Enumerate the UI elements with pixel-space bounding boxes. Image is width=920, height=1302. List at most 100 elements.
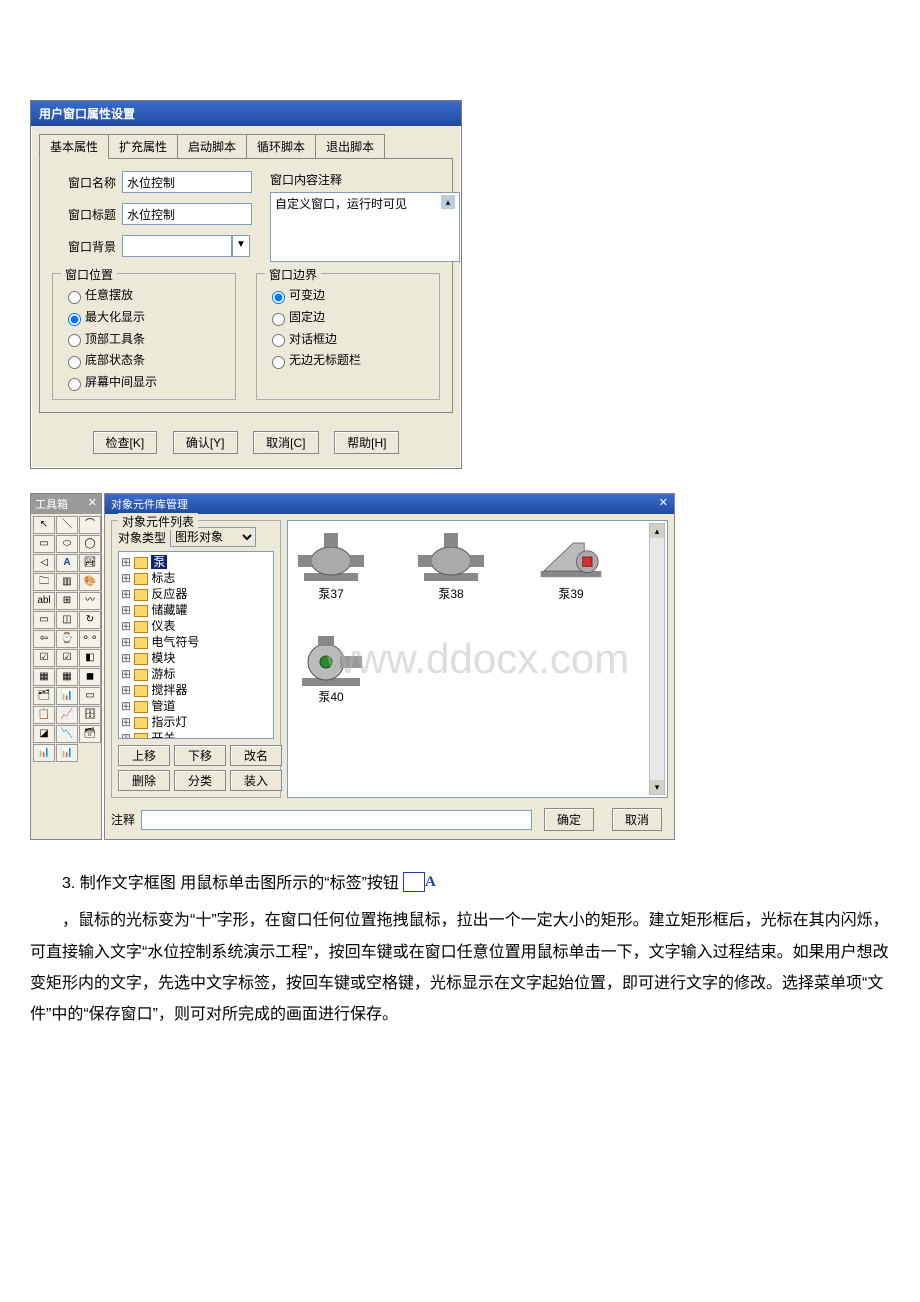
tab-loop-script[interactable]: 循环脚本 — [246, 134, 316, 158]
t6-icon[interactable]: ◼ — [79, 668, 101, 686]
label-abl-icon[interactable]: abl — [33, 592, 55, 610]
color-icon[interactable]: 🎨 — [79, 573, 101, 591]
thumb-pump38[interactable]: 泵38 — [416, 529, 486, 602]
tc-icon[interactable]: 🗄 — [79, 706, 101, 724]
radio-border-none[interactable]: 无边无标题栏 — [267, 351, 429, 369]
vertical-scrollbar[interactable]: ▴▾ — [649, 523, 665, 795]
category-button[interactable]: 分类 — [174, 770, 226, 791]
window-name-label: 窗口名称 — [52, 174, 116, 191]
load-button[interactable]: 装入 — [230, 770, 282, 791]
tb-icon[interactable]: 📈 — [56, 706, 78, 724]
para1-text: 3. 制作文字框图 用鼠标单击图所示的“标签”按钮 — [62, 875, 399, 892]
line-icon[interactable]: ＼ — [56, 516, 78, 534]
btn2-icon[interactable]: ◫ — [56, 611, 78, 629]
pointer-icon[interactable]: ↖ — [33, 516, 55, 534]
close-icon[interactable]: ✕ — [88, 496, 97, 512]
object-list-legend: 对象元件列表 — [118, 513, 198, 530]
footer-note-input[interactable] — [141, 810, 532, 830]
cancel-button[interactable]: 取消 — [612, 808, 662, 831]
ok-button[interactable]: 确定 — [544, 808, 594, 831]
ok-button[interactable]: 确认[Y] — [173, 431, 238, 454]
thumb-label: 泵40 — [296, 688, 366, 705]
text-icon[interactable]: A — [56, 554, 78, 572]
window-bg-swatch[interactable] — [122, 235, 232, 257]
type-label: 对象类型 — [118, 529, 166, 546]
thumb-pump37[interactable]: 泵37 — [296, 529, 366, 602]
category-tree[interactable]: 泵 标志 反应器 储藏罐 仪表 电气符号 模块 游标 搅拌器 管道 指示灯 开关 — [118, 551, 274, 739]
radio-pos-toptool[interactable]: 顶部工具条 — [63, 330, 225, 348]
tab-body: 窗口名称 窗口标题 窗口背景 ▼ 窗口内容注释 — [39, 158, 453, 413]
radio-border-fixed[interactable]: 固定边 — [267, 308, 429, 326]
type-select[interactable]: 图形对象 — [170, 527, 256, 547]
window-name-input[interactable] — [122, 171, 252, 193]
ta-icon[interactable]: 📋 — [33, 706, 55, 724]
document-body-text: 3. 制作文字框图 用鼠标单击图所示的“标签”按钮 A ，鼠标的光标变为“十”字… — [30, 868, 890, 1030]
tab-basic[interactable]: 基本属性 — [39, 134, 109, 159]
t1-icon[interactable]: ☑ — [33, 649, 55, 667]
toolbox-title: 工具箱 — [35, 496, 68, 512]
clock-icon[interactable]: ⌚ — [56, 630, 78, 648]
rename-button[interactable]: 改名 — [230, 745, 282, 766]
polygon-icon[interactable]: ◁ — [33, 554, 55, 572]
tab-start-script[interactable]: 启动脚本 — [177, 134, 247, 158]
arrow-icon[interactable]: ⇦ — [33, 630, 55, 648]
window-bg-label: 窗口背景 — [52, 238, 116, 255]
radio-pos-max[interactable]: 最大化显示 — [63, 308, 225, 326]
roundrect-icon[interactable]: ⬭ — [56, 535, 78, 553]
window-bg-dropdown[interactable]: ▼ — [232, 235, 250, 257]
tool-grid: ↖＼⌒ ▭⬭◯ ◁A🏞 🗀▥🎨 abl⊞〰 ▭◫↻ ⇦⌚⚬⚬ ☑☑◧ ▦▦◼ 🗂… — [31, 514, 101, 764]
tab-exit-script[interactable]: 退出脚本 — [315, 134, 385, 158]
user-window-properties-dialog: 用户窗口属性设置 基本属性 扩充属性 启动脚本 循环脚本 退出脚本 窗口名称 窗… — [30, 100, 462, 469]
t9-icon[interactable]: ▭ — [79, 687, 101, 705]
thumb-pump39[interactable]: 泵39 — [536, 529, 606, 602]
rect-icon[interactable]: ▭ — [33, 535, 55, 553]
thumb-label: 泵38 — [416, 585, 486, 602]
delete-button[interactable]: 删除 — [118, 770, 170, 791]
td-icon[interactable]: ◪ — [33, 725, 55, 743]
footer-note-label: 注释 — [111, 811, 135, 828]
thumb-label: 泵37 — [296, 585, 366, 602]
check-button[interactable]: 检查[K] — [93, 431, 158, 454]
t2-icon[interactable]: ☑ — [56, 649, 78, 667]
help-button[interactable]: 帮助[H] — [334, 431, 399, 454]
radio-border-dlg[interactable]: 对话框边 — [267, 330, 429, 348]
t5-icon[interactable]: ▦ — [56, 668, 78, 686]
thumb-pump40[interactable]: 泵40 — [296, 632, 366, 705]
btn1-icon[interactable]: ▭ — [33, 611, 55, 629]
te-icon[interactable]: 📉 — [56, 725, 78, 743]
notes-textarea[interactable]: 自定义窗口，运行时可见 ▴ — [270, 192, 460, 262]
close-icon[interactable]: ✕ — [659, 496, 668, 512]
down-button[interactable]: 下移 — [174, 745, 226, 766]
t8-icon[interactable]: 📊 — [56, 687, 78, 705]
t3-icon[interactable]: ◧ — [79, 649, 101, 667]
btn3-icon[interactable]: ↻ — [79, 611, 101, 629]
group-window-border: 窗口边界 可变边 固定边 对话框边 无边无标题栏 — [256, 273, 440, 400]
t7-icon[interactable]: 🗂 — [33, 687, 55, 705]
up-button[interactable]: 上移 — [118, 745, 170, 766]
tg-icon[interactable]: 📊 — [33, 744, 55, 762]
t4-icon[interactable]: ▦ — [33, 668, 55, 686]
label-tool-icon: A — [403, 872, 425, 892]
tab-extra[interactable]: 扩充属性 — [108, 134, 178, 158]
arc-icon[interactable]: ⌒ — [79, 516, 101, 534]
shapes-icon[interactable]: ⚬⚬ — [79, 630, 101, 648]
radio-pos-free[interactable]: 任意摆放 — [63, 286, 225, 304]
tf-icon[interactable]: 🗃 — [79, 725, 101, 743]
radio-border-var[interactable]: 可变边 — [267, 286, 429, 304]
chart-icon[interactable]: ▥ — [56, 573, 78, 591]
th-icon[interactable]: 📊 — [56, 744, 78, 762]
radio-pos-bottomstatus[interactable]: 底部状态条 — [63, 351, 225, 369]
window-title-input[interactable] — [122, 203, 252, 225]
window-title-label: 窗口标题 — [52, 206, 116, 223]
grid-icon[interactable]: ⊞ — [56, 592, 78, 610]
curve-icon[interactable]: 〰 — [79, 592, 101, 610]
group-position-legend: 窗口位置 — [61, 266, 117, 283]
image-icon[interactable]: 🏞 — [79, 554, 101, 572]
combo-icon[interactable]: 🗀 — [33, 573, 55, 591]
cancel-button[interactable]: 取消[C] — [253, 431, 318, 454]
toolbox-palette: 工具箱 ✕ ↖＼⌒ ▭⬭◯ ◁A🏞 🗀▥🎨 abl⊞〰 ▭◫↻ ⇦⌚⚬⚬ ☑☑◧ … — [30, 493, 102, 840]
scroll-up-icon[interactable]: ▴ — [441, 195, 455, 209]
radio-pos-center[interactable]: 屏幕中间显示 — [63, 373, 225, 391]
object-list-group: 对象元件列表 对象类型 图形对象 泵 标志 反应器 储藏罐 仪表 电气符号 — [111, 520, 281, 798]
ellipse-icon[interactable]: ◯ — [79, 535, 101, 553]
